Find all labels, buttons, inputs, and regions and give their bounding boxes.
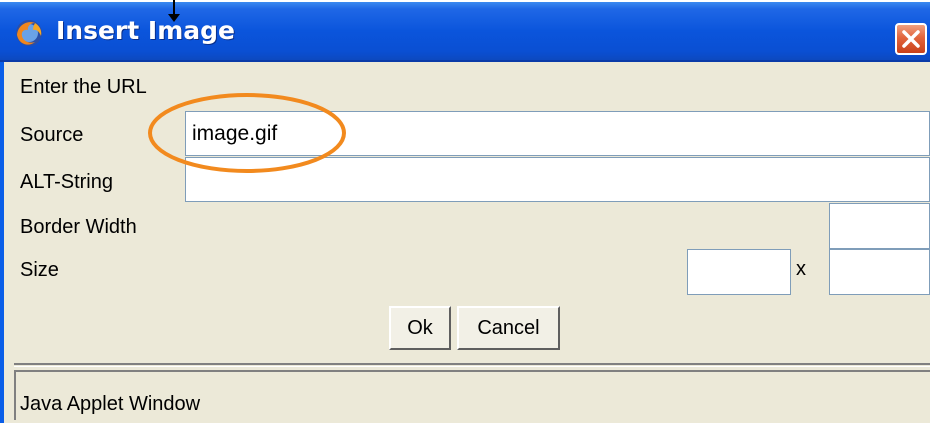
ok-button[interactable]: Ok bbox=[389, 306, 451, 350]
border-width-label: Border Width bbox=[20, 216, 137, 238]
close-button[interactable] bbox=[895, 23, 927, 55]
status-text: Java Applet Window bbox=[20, 393, 201, 415]
mouse-cursor-icon bbox=[168, 0, 180, 22]
close-icon bbox=[902, 30, 920, 48]
size-separator: x bbox=[796, 258, 806, 280]
size-width-input[interactable] bbox=[687, 249, 791, 295]
status-separator bbox=[14, 363, 930, 367]
url-heading: Enter the URL bbox=[20, 76, 147, 98]
size-label: Size bbox=[20, 259, 59, 281]
size-height-input[interactable] bbox=[829, 249, 930, 295]
highlight-annotation-ellipse bbox=[148, 93, 346, 173]
alt-string-label: ALT-String bbox=[20, 171, 113, 193]
window-left-border bbox=[0, 2, 4, 423]
cancel-button[interactable]: Cancel bbox=[457, 306, 560, 350]
border-width-input[interactable] bbox=[829, 203, 930, 249]
source-label: Source bbox=[20, 124, 84, 146]
title-bar[interactable]: Insert Image bbox=[0, 2, 930, 62]
insert-image-dialog bbox=[0, 2, 930, 423]
window-title: Insert Image bbox=[56, 16, 235, 45]
firefox-icon bbox=[16, 20, 42, 46]
